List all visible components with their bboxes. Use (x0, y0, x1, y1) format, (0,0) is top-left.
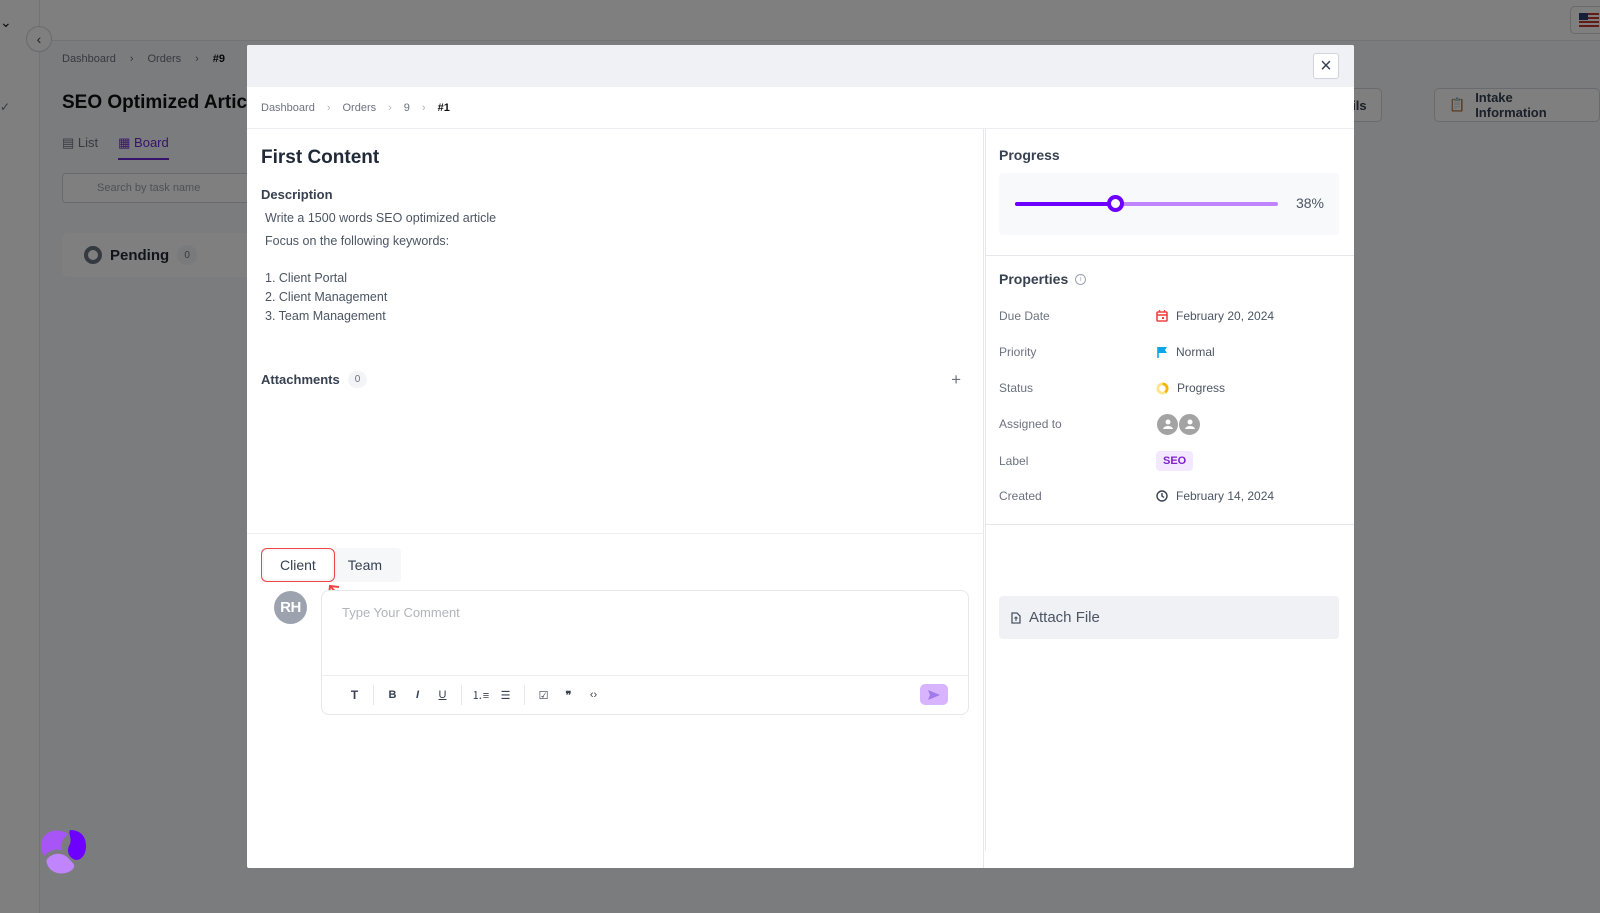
close-button[interactable]: × (1313, 53, 1339, 79)
divider (985, 255, 1354, 256)
breadcrumb-current: #1 (437, 101, 450, 114)
progress-fill (1015, 202, 1115, 206)
app-logo (41, 830, 86, 874)
task-sidebar: Progress 38% Properties i Due Date Febru… (985, 129, 1354, 868)
tab-client[interactable]: Client (261, 548, 335, 582)
toolbar-divider (524, 685, 525, 705)
property-key: Created (999, 489, 1042, 503)
breadcrumb-item[interactable]: Dashboard (261, 102, 315, 114)
progress-percent: 38% (1295, 195, 1324, 211)
chevron-right-icon: › (388, 101, 392, 114)
property-priority: Priority Normal (999, 345, 1329, 359)
property-key: Label (999, 454, 1029, 468)
comment-editor: T B I U ⒈≡ ☰ ☑ ❞ ‹› (321, 590, 969, 715)
toolbar-divider (461, 685, 462, 705)
property-assigned-to: Assigned to (999, 411, 1329, 437)
toolbar-divider (373, 685, 374, 705)
attachments-count: 0 (347, 371, 368, 388)
progress-slider[interactable] (1015, 195, 1278, 212)
user-icon (1162, 419, 1173, 429)
clock-icon (1156, 490, 1168, 502)
panel-divider (985, 129, 986, 850)
attach-file-button[interactable]: Attach File (999, 596, 1339, 639)
description-line: Focus on the following keywords: (265, 234, 450, 248)
assignee-avatars[interactable] (1156, 412, 1201, 436)
chevron-right-icon: › (326, 101, 331, 114)
bullet-list-icon[interactable]: ☰ (493, 684, 518, 706)
property-key: Assigned to (999, 417, 1062, 431)
task-detail-modal: × Dashboard › Orders › 9 › #1 First Content… (247, 45, 1354, 868)
flag-icon (1157, 347, 1167, 358)
property-label: Label SEO (999, 451, 1329, 471)
priority-value[interactable]: Normal (1156, 345, 1215, 359)
code-icon[interactable]: ‹› (581, 684, 606, 706)
description-line: Write a 1500 words SEO optimized article (265, 211, 497, 225)
property-key: Status (999, 381, 1034, 395)
italic-icon[interactable]: I (405, 684, 430, 706)
user-icon (1184, 419, 1195, 429)
editor-toolbar: T B I U ⒈≡ ☰ ☑ ❞ ‹› (322, 675, 968, 714)
bold-icon[interactable]: B (380, 684, 405, 706)
attachments-header: Attachments 0 + (261, 370, 961, 390)
status-progress-icon (1156, 381, 1169, 395)
calendar-icon (1156, 310, 1168, 322)
underline-icon[interactable]: U (430, 684, 455, 706)
divider (985, 524, 1354, 525)
modal-breadcrumb: Dashboard › Orders › 9 › #1 (247, 87, 1354, 129)
comment-tabs: Client Team (261, 548, 402, 582)
send-comment-button[interactable] (920, 684, 948, 705)
divider (247, 533, 984, 534)
modal-header: × (247, 45, 1354, 87)
user-avatar: RH (274, 591, 307, 624)
text-style-icon[interactable]: T (342, 684, 367, 706)
task-title: First Content (261, 147, 380, 168)
description-text: Write a 1500 words SEO optimized article… (265, 209, 496, 326)
keyword-item: 2. Client Management (265, 290, 388, 304)
progress-title: Progress (999, 147, 1060, 163)
keyword-item: 1. Client Portal (265, 271, 347, 285)
add-attachment-icon[interactable]: + (951, 370, 961, 390)
assignee-avatar (1178, 412, 1201, 436)
checklist-icon[interactable]: ☑ (531, 684, 556, 706)
description-label: Description (261, 187, 333, 202)
progress-slider-handle[interactable] (1106, 195, 1124, 212)
property-key: Priority (999, 345, 1037, 359)
breadcrumb-item[interactable]: 9 (404, 102, 410, 114)
comment-input[interactable] (322, 591, 968, 675)
keyword-item: 3. Team Management (265, 309, 386, 323)
ordered-list-icon[interactable]: ⒈≡ (468, 684, 493, 706)
properties-title: Properties (999, 271, 1069, 287)
close-icon: × (1320, 54, 1332, 77)
quote-icon[interactable]: ❞ (556, 684, 581, 706)
property-due-date: Due Date February 20, 2024 (999, 309, 1329, 323)
breadcrumb-item[interactable]: Orders (343, 102, 377, 114)
file-upload-icon (1011, 611, 1021, 624)
attach-file-label: Attach File (1029, 609, 1100, 626)
info-icon[interactable]: i (1075, 273, 1087, 285)
assignee-avatar (1156, 412, 1179, 436)
property-created: Created February 14, 2024 (999, 489, 1329, 503)
progress-box: 38% (999, 173, 1339, 235)
due-date-value[interactable]: February 20, 2024 (1156, 309, 1274, 323)
created-value: February 14, 2024 (1156, 489, 1274, 503)
property-key: Due Date (999, 309, 1050, 323)
properties-header: Properties i (999, 271, 1087, 287)
tab-team[interactable]: Team (332, 551, 398, 579)
property-status: Status Progress (999, 381, 1329, 395)
attachments-label: Attachments (261, 372, 340, 387)
chevron-right-icon: › (421, 101, 426, 114)
send-icon (928, 689, 940, 700)
status-value[interactable]: Progress (1156, 381, 1225, 395)
label-badge[interactable]: SEO (1156, 451, 1194, 471)
task-main-panel: First Content Description Write a 1500 w… (247, 129, 984, 868)
